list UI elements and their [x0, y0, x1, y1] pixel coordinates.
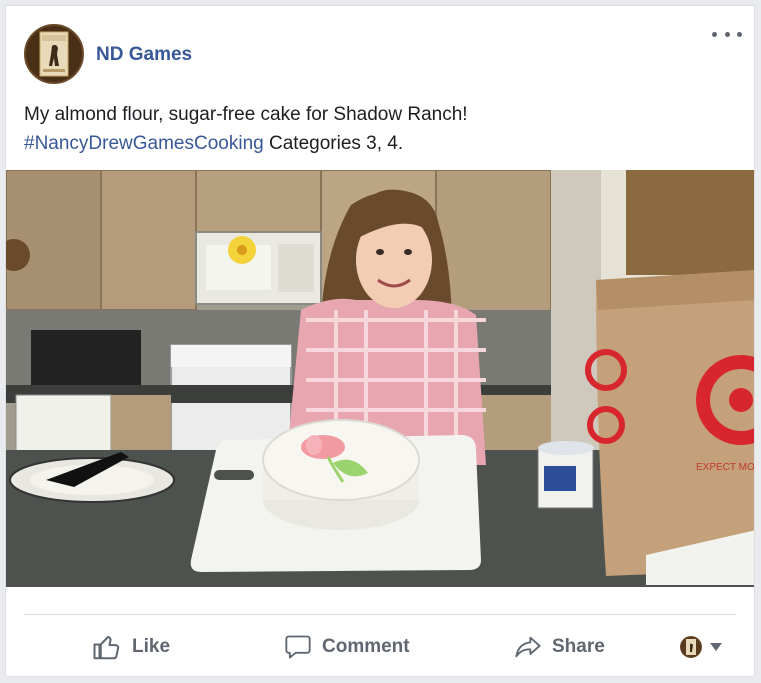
post-text-line-2: #NancyDrewGamesCooking Categories 3, 4. — [24, 129, 744, 158]
share-button[interactable]: Share — [514, 618, 605, 676]
thumbs-up-icon — [93, 636, 120, 660]
post-card: ND Games My almond flour, sugar-free cak… — [5, 5, 755, 677]
mini-avatar-icon — [680, 636, 702, 658]
chevron-down-icon — [710, 643, 722, 651]
page-avatar[interactable] — [24, 24, 84, 84]
post-text-suffix: Categories 3, 4. — [263, 133, 404, 154]
action-bar: Like Comment Share — [6, 618, 754, 676]
post-header: ND Games — [6, 6, 754, 98]
share-arrow-icon — [515, 636, 541, 658]
comment-label: Comment — [322, 636, 410, 657]
bag-text: EXPECT MO — [696, 462, 755, 473]
post-text: My almond flour, sugar-free cake for Sha… — [24, 100, 744, 158]
comment-button[interactable]: Comment — [284, 618, 410, 676]
page-name-link[interactable]: ND Games — [96, 44, 192, 66]
hashtag-link[interactable]: #NancyDrewGamesCooking — [24, 133, 264, 154]
action-divider — [24, 614, 736, 615]
like-button[interactable]: Like — [92, 618, 170, 676]
share-label: Share — [552, 636, 605, 657]
book-cover-icon — [26, 26, 82, 82]
post-photo[interactable]: EXPECT MO — [6, 170, 755, 587]
like-label: Like — [132, 636, 171, 657]
reaction-audience-selector[interactable] — [680, 618, 722, 676]
post-text-line: My almond flour, sugar-free cake for Sha… — [24, 104, 468, 125]
comment-icon — [285, 635, 311, 659]
more-options-icon[interactable] — [712, 26, 742, 42]
kitchen-photo: EXPECT MO — [6, 170, 755, 587]
